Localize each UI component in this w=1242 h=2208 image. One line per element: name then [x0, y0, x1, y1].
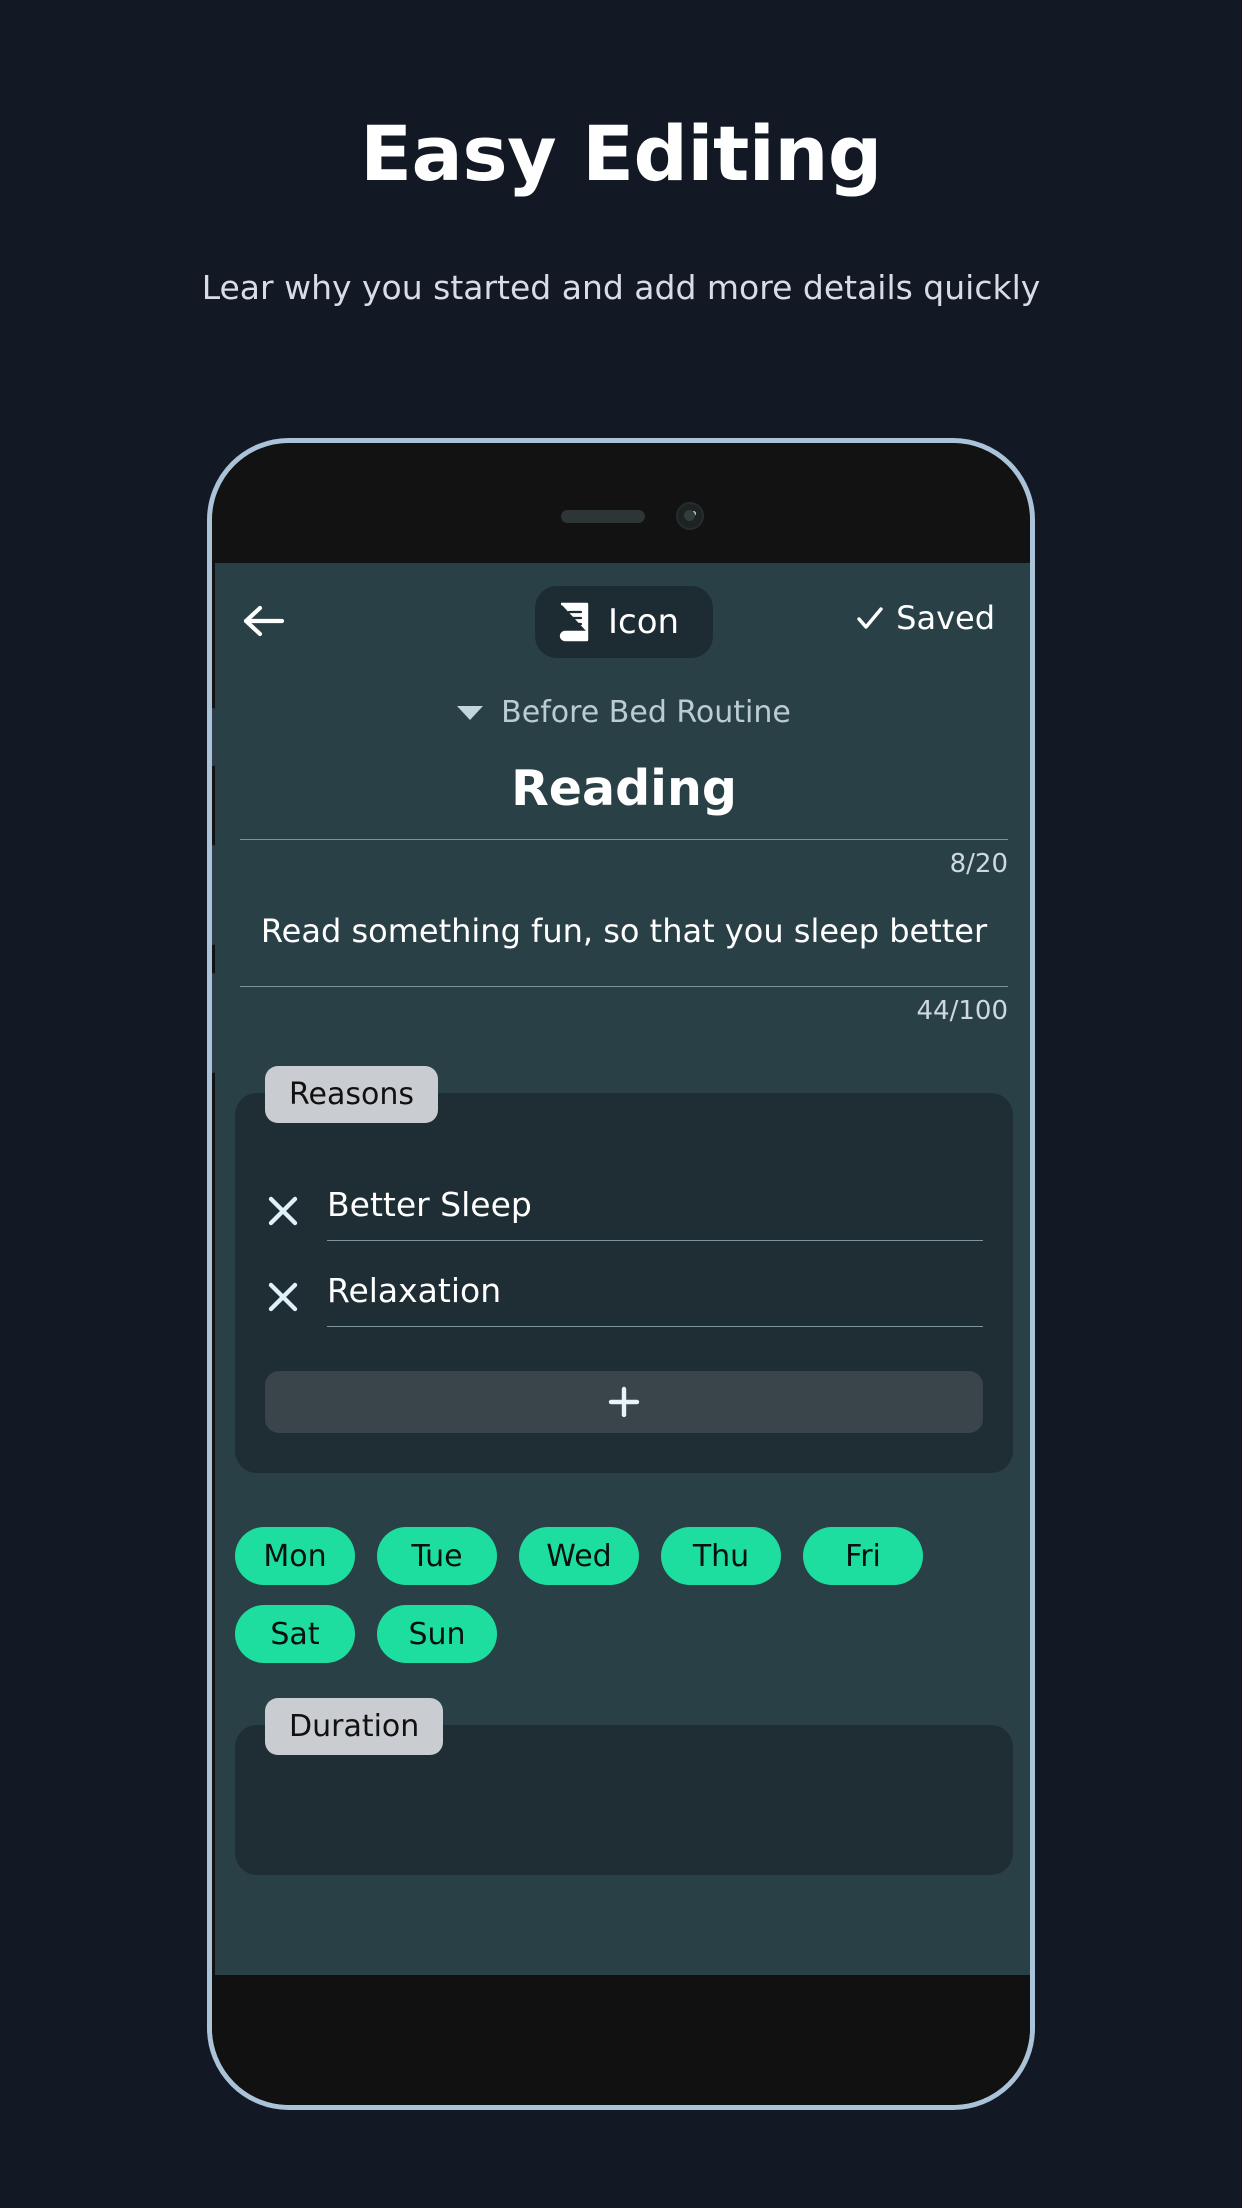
promo-page: Easy Editing Lear why you started and ad…	[0, 0, 1242, 2208]
page-title: Easy Editing	[360, 109, 882, 198]
phone-bottom-chin	[212, 1975, 1030, 2105]
title-char-counter: 8/20	[949, 849, 1008, 879]
check-icon	[857, 607, 883, 629]
caret-down-icon	[457, 705, 484, 720]
book-icon	[559, 602, 589, 642]
duration-card: Duration	[235, 1698, 1013, 1875]
reason-input[interactable]: Better Sleep	[327, 1181, 983, 1241]
day-chip-mon[interactable]: Mon	[235, 1527, 355, 1585]
icon-picker-button[interactable]: Icon	[535, 586, 713, 658]
day-chip-sat[interactable]: Sat	[235, 1605, 355, 1663]
habit-description-input[interactable]: Read something fun, so that you sleep be…	[215, 879, 1030, 950]
day-chip-wed[interactable]: Wed	[519, 1527, 639, 1585]
phone-mockup: Icon Saved Before Bed Routine Reading 8/…	[207, 438, 1035, 2110]
add-reason-button[interactable]	[265, 1371, 983, 1433]
day-chip-tue[interactable]: Tue	[377, 1527, 497, 1585]
list-item: Better Sleep	[265, 1181, 983, 1241]
habit-title-input[interactable]: Reading	[215, 760, 1030, 817]
back-button[interactable]	[242, 601, 286, 641]
day-chip-fri[interactable]: Fri	[803, 1527, 923, 1585]
saved-status: Saved	[856, 599, 995, 637]
app-header: Icon Saved	[215, 563, 1030, 681]
saved-label: Saved	[896, 599, 995, 637]
app-screen: Icon Saved Before Bed Routine Reading 8/…	[215, 563, 1030, 1983]
icon-picker-label: Icon	[608, 602, 680, 642]
front-camera-icon	[676, 502, 704, 530]
speaker-grille-icon	[561, 510, 645, 523]
routine-selector[interactable]: Before Bed Routine	[215, 695, 1030, 730]
plus-icon	[608, 1386, 640, 1418]
page-subtitle: Lear why you started and add more detail…	[201, 268, 1041, 307]
reasons-card: Reasons Better Sleep Relaxation	[235, 1066, 1013, 1473]
description-char-counter: 44/100	[916, 996, 1008, 1026]
list-item: Relaxation	[265, 1267, 983, 1327]
phone-body: Icon Saved Before Bed Routine Reading 8/…	[212, 443, 1030, 2105]
routine-name: Before Bed Routine	[501, 695, 791, 730]
day-chip-sun[interactable]: Sun	[377, 1605, 497, 1663]
close-icon[interactable]	[265, 1193, 301, 1229]
weekday-selector: Mon Tue Wed Thu Fri Sat Sun	[235, 1527, 1013, 1663]
day-chip-thu[interactable]: Thu	[661, 1527, 781, 1585]
close-icon[interactable]	[265, 1279, 301, 1315]
reason-input[interactable]: Relaxation	[327, 1267, 983, 1327]
duration-label: Duration	[265, 1698, 444, 1755]
reasons-label: Reasons	[265, 1066, 438, 1123]
arrow-left-icon	[243, 605, 285, 637]
